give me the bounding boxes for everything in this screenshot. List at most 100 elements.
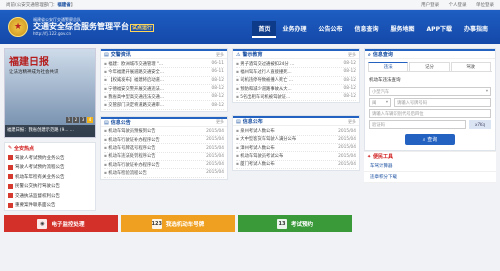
police-notice-panel: ⚠警示教育 更多 男子酒驾交过通被扣24分 ... 08-12 福州驾车过行人直接撞… [232, 48, 360, 104]
item-date: 06-11 [211, 69, 225, 75]
more-link[interactable]: 更多 [348, 52, 356, 58]
unit-login-link[interactable]: 单位登录 [476, 3, 494, 8]
camera-icon: ◉ [37, 218, 48, 229]
item-title: 司机违停导致被撞人死亡 ... [236, 77, 293, 83]
nav-guide[interactable]: 办事指南 [458, 21, 494, 38]
item-title: 我省高中型高交通违法交通... [104, 94, 164, 100]
list-item[interactable]: 司机违停导致被撞人死亡 ... 08-12 [236, 77, 356, 85]
list-item[interactable]: 机动车违法处罚程序公告 2015/04 [104, 153, 224, 161]
banner-page-2[interactable]: 2 [73, 117, 79, 123]
tab-license[interactable]: 驾驶 [450, 62, 491, 71]
list-item[interactable]: 宁德福安交警开展交通违法... 08-12 [104, 85, 224, 94]
topics-title: 全安热点 [13, 145, 34, 152]
search-icon: ⌕ [368, 52, 371, 58]
list-item[interactable]: 预防和减少道路事故从大... 08-12 [236, 85, 357, 94]
item-date: 08-12 [211, 94, 225, 100]
tool-calculator[interactable]: 车驾计算器 [364, 161, 496, 172]
banner-caption[interactable]: 福建日报：我省创建示范路 (9... ... [5, 125, 95, 137]
list-item[interactable]: 厦门考试人数公布 2015/04 [236, 161, 356, 169]
nav-service-map[interactable]: 服务地图 [385, 21, 421, 38]
info-notice-title: 信息公告 [110, 119, 131, 126]
info-publish-panel: ▤信息公布 更多 泉州考试人数公布 2015/04 大中型客货车驾驶人满分公布 201… [232, 115, 360, 171]
nav-query[interactable]: 信息查询 [349, 21, 385, 38]
nav-announcements[interactable]: 公告公布 [312, 21, 348, 38]
item-date: 08-12 [343, 69, 357, 75]
police-emblem-icon: ★ [8, 17, 28, 37]
news-banner[interactable]: 福建日报 让法治精神成为社会共识 1 2 3 4 福建日报：我省创建示范路 (9… [4, 48, 96, 138]
vin-input[interactable]: 请输入车辆识别代号后四位 [369, 109, 491, 118]
topic-item[interactable]: 驾驶人考试预约业务公告 [5, 153, 95, 163]
list-item[interactable]: 5名出租车司机被驾驶证... 08-12 [236, 93, 356, 102]
topic-item[interactable]: 驾驶人考试预约流程公告 [5, 163, 95, 173]
user-login-link[interactable]: 用户登录 [421, 3, 439, 8]
item-date: 08-12 [343, 86, 357, 92]
nav-business[interactable]: 业务办理 [276, 21, 312, 38]
vehicle-type-select[interactable]: 小型汽车 ▾ [369, 87, 491, 96]
calendar-icon: 13 [276, 218, 287, 229]
list-item[interactable]: 机动车检验流程公告 2015/04 [104, 169, 224, 178]
tab-points[interactable]: 记分 [409, 62, 450, 71]
brand-subtitle: 福建省公安厅交通警察总队 [33, 16, 81, 22]
list-item[interactable]: 泉州考试人数公布 2015/04 [236, 127, 356, 136]
banner-page-3[interactable]: 3 [80, 117, 86, 123]
topic-label: 交通执法监督权利公告 [15, 193, 60, 199]
item-title: 机动车违法处罚程序公告 [104, 153, 155, 159]
nav-app-download[interactable]: APP下载 [421, 21, 458, 38]
topic-item[interactable]: 交通执法监督权利公告 [5, 191, 95, 201]
topic-item[interactable]: 民警公交执行驾驶公告 [5, 182, 95, 192]
topic-item[interactable]: 机动车年检有关业务公告 [5, 172, 95, 182]
more-link[interactable]: 更多 [216, 119, 224, 125]
banner-page-4[interactable]: 4 [87, 117, 93, 123]
more-link[interactable]: 更多 [348, 119, 356, 125]
nav-home[interactable]: 首页 [252, 21, 277, 38]
topic-label: 驾驶人考试预约业务公告 [15, 155, 65, 161]
tools-title: 便民工具 [372, 154, 393, 160]
tile-camera[interactable]: ◉ 电子监控处理 [4, 215, 118, 232]
quick-tiles: ◉ 电子监控处理 123 我选机动车号牌 13 考试预约 [0, 211, 356, 232]
list-item[interactable]: 福州驾车过行人直接撞死... 08-12 [236, 68, 357, 77]
item-title: 福州驾车过行人直接撞死... [236, 69, 291, 75]
list-item[interactable]: 大中型客货车驾驶人满分公布 2015/04 [236, 136, 356, 145]
location-city[interactable]: 福建省 [57, 3, 71, 8]
list-item[interactable]: 【权威发布】福建将启动道... 08-12 [104, 77, 224, 85]
item-date: 08-12 [211, 102, 225, 108]
location-info: 尚前(公安交通管理部门：福建省】 [6, 2, 75, 8]
list-item[interactable]: 机动车行驶证补办程序公告 2015/04 [104, 161, 224, 170]
list-item[interactable]: 机动车驾驶员预报到公告 2015/04 [104, 128, 224, 137]
search-button[interactable]: ⌕ 查询 [405, 134, 455, 145]
list-item[interactable]: 今年福建开展道路交通安全... 06-11 [104, 68, 225, 77]
list-item[interactable]: 机动车驾驶员考试公布 2015/04 [236, 152, 356, 161]
topic-label: 驾驶人考试预约流程公告 [15, 165, 65, 171]
tab-violation[interactable]: 违法 [368, 62, 409, 71]
plate-number-input[interactable]: 请输入号牌号码 [394, 98, 491, 107]
item-title: 机动车号牌选号程序公告 [104, 145, 155, 151]
item-date: 2015/04 [206, 170, 224, 176]
list-item[interactable]: 我省高中型高交通违法交通... 08-12 [104, 93, 225, 102]
list-item[interactable]: 福建：欧洲城市交通管理 "... 06-11 [104, 60, 224, 69]
item-title: 福建：欧洲城市交通管理 "... [104, 61, 163, 67]
item-title: 交管部门决定将道路交通审... [104, 102, 164, 108]
traffic-info-title: 交警资讯 [110, 52, 131, 58]
police-notice-title: 警示教育 [242, 52, 263, 58]
tool-download[interactable]: 违章积分下载 [364, 172, 496, 183]
captcha-image[interactable]: x7Kq [469, 120, 491, 129]
province-select[interactable]: 闽 ▾ [369, 98, 391, 107]
banner-page-1[interactable]: 1 [66, 117, 72, 123]
list-item[interactable]: 交管部门决定将道路交通审... 08-12 [104, 101, 225, 110]
topics-panel: ✎ 全安热点 驾驶人考试预约业务公告 驾驶人考试预约流程公告 机动车年检有关业务… [4, 142, 96, 211]
topic-label: 重要案件联系面公告 [15, 203, 56, 209]
list-item[interactable]: 男子酒驾交过通被扣24分 ... 08-12 [236, 60, 356, 69]
captcha-input[interactable]: 验证码 [369, 120, 466, 129]
item-date: 2015/04 [338, 136, 356, 142]
captcha-placeholder: 验证码 [372, 122, 385, 128]
list-item[interactable]: 机动车号牌选号程序公告 2015/04 [104, 144, 224, 153]
tile-exam[interactable]: 13 考试预约 [238, 215, 352, 232]
more-link[interactable]: 更多 [216, 52, 224, 58]
personal-login-link[interactable]: 个人登录 [449, 3, 467, 8]
list-item[interactable]: 机动车行驶证补办程序公告 2015/04 [104, 136, 224, 145]
list-item[interactable]: 漳州考试人数公布 2015/04 [236, 144, 356, 153]
vehicle-type-value: 小型汽车 [372, 89, 390, 95]
topic-item[interactable]: 重要案件联系面公告 [5, 201, 95, 211]
brand-title-text: 交通安全综合服务管理平台 [33, 22, 129, 32]
tile-plate[interactable]: 123 我选机动车号牌 [121, 215, 235, 232]
